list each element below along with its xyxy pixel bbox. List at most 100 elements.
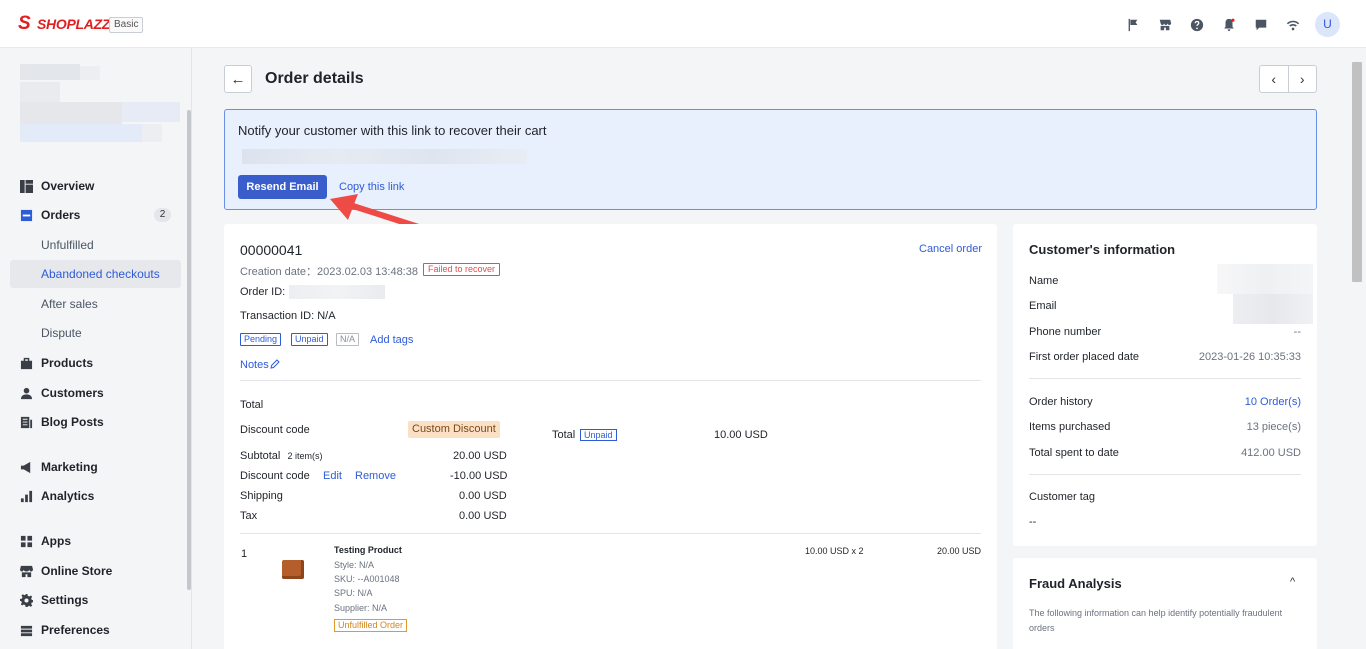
previous-order-button[interactable]: ‹ xyxy=(1260,66,1289,92)
sidebar-item-orders[interactable]: Orders xyxy=(20,205,80,225)
tag-unpaid: Unpaid xyxy=(291,333,328,346)
product-sku: SKU: --A001048 xyxy=(334,574,400,584)
divider xyxy=(240,533,981,534)
fraud-analysis-title: Fraud Analysis xyxy=(1029,576,1122,591)
store-name-blur xyxy=(80,66,100,80)
add-tags-link[interactable]: Add tags xyxy=(370,334,413,346)
plan-badge: Basic xyxy=(109,17,144,33)
fulfillment-status-badge: Unfulfilled Order xyxy=(334,619,408,632)
sidebar-item-label: Online Store xyxy=(41,564,113,578)
sidebar-item-dispute[interactable]: Dispute xyxy=(41,323,82,343)
email-label: Email xyxy=(1029,300,1057,312)
subtotal-value: 20.00 USD xyxy=(453,450,507,462)
sidebar-item-label: Preferences xyxy=(41,623,110,637)
tag-na: N/A xyxy=(336,333,360,346)
notes-link[interactable]: Notes xyxy=(240,359,280,371)
product-spu: SPU: N/A xyxy=(334,588,373,598)
product-line-total: 20.00 USD xyxy=(937,546,982,556)
sidebar-item-overview[interactable]: Overview xyxy=(20,176,94,196)
status-badge: Failed to recover xyxy=(423,263,501,276)
fraud-analysis-card: Fraud Analysis ^ The following informati… xyxy=(1013,558,1317,649)
products-icon xyxy=(20,357,33,370)
sidebar-item-products[interactable]: Products xyxy=(20,353,93,373)
subtotal-label: Subtotal 2 item(s) xyxy=(240,450,322,462)
sidebar-item-label: Customers xyxy=(41,386,104,400)
sidebar-item-label: Marketing xyxy=(41,460,98,474)
shipping-value: 0.00 USD xyxy=(459,490,507,502)
main-scrollbar[interactable] xyxy=(1352,62,1362,282)
remove-discount-link[interactable]: Remove xyxy=(355,470,396,482)
settings-icon xyxy=(20,593,33,607)
sidebar-item-label: Apps xyxy=(41,534,71,548)
sidebar-item-label: Blog Posts xyxy=(41,415,104,429)
sidebar-item-label: Analytics xyxy=(41,489,95,503)
sidebar-item-label: Settings xyxy=(41,593,89,607)
name-label: Name xyxy=(1029,275,1059,287)
orders-icon xyxy=(20,209,33,222)
sidebar-item-online-store[interactable]: Online Store xyxy=(20,561,112,581)
custom-discount-chip: Custom Discount xyxy=(408,421,500,438)
shoplazza-logo[interactable]: S SHOPLAZZA xyxy=(18,14,120,34)
items-purchased-label: Items purchased xyxy=(1029,421,1111,433)
order-id-label: Order ID: xyxy=(240,286,286,298)
edit-discount-link[interactable]: Edit xyxy=(323,470,342,482)
resend-email-button[interactable]: Resend Email xyxy=(238,175,327,199)
sidebar-item-analytics[interactable]: Analytics xyxy=(20,486,94,506)
sidebar-item-apps[interactable]: Apps xyxy=(20,531,71,551)
overview-icon xyxy=(20,179,33,193)
bell-icon[interactable] xyxy=(1213,13,1245,37)
next-order-button[interactable]: › xyxy=(1289,66,1317,92)
shipping-label: Shipping xyxy=(240,490,283,502)
total-spent-label: Total spent to date xyxy=(1029,447,1119,459)
subtotal-text: Subtotal xyxy=(240,450,281,462)
product-style: Style: N/A xyxy=(334,560,375,570)
customer-tag-value: -- xyxy=(1029,516,1037,528)
total-heading: Total xyxy=(240,399,264,411)
apps-icon xyxy=(20,535,33,548)
creation-date-label: Creation date： xyxy=(240,266,318,278)
customer-info-card: Customer's information Name Email Phone … xyxy=(1013,224,1317,546)
phone-label: Phone number xyxy=(1029,326,1102,338)
order-id-value-blurred xyxy=(289,285,385,299)
sidebar-item-after-sales[interactable]: After sales xyxy=(41,294,98,314)
order-number: 00000041 xyxy=(240,242,303,258)
discount-code-label: Discount code xyxy=(240,424,310,436)
sidebar-item-unfulfilled[interactable]: Unfulfilled xyxy=(41,235,94,255)
store-name-blur xyxy=(20,124,142,142)
customers-icon xyxy=(20,387,33,400)
chat-icon[interactable] xyxy=(1245,13,1277,37)
orders-count-badge: 2 xyxy=(154,208,171,222)
total-label: Total xyxy=(552,429,576,441)
sidebar-item-preferences[interactable]: Preferences xyxy=(20,620,110,640)
sidebar-item-blog-posts[interactable]: Blog Posts xyxy=(20,412,104,432)
product-thumbnail[interactable] xyxy=(282,560,304,579)
collapse-icon[interactable]: ^ xyxy=(1290,576,1295,588)
creation-date: Creation date：2023.02.03 13:48:38 xyxy=(240,263,418,279)
divider xyxy=(1029,474,1301,475)
order-history-link[interactable]: 10 Order(s) xyxy=(1245,396,1301,408)
customer-name-blurred xyxy=(1217,264,1313,294)
product-title[interactable]: Testing Product xyxy=(334,545,402,555)
store-name-blur xyxy=(20,82,60,102)
sidebar-item-marketing[interactable]: Marketing xyxy=(20,457,98,477)
cancel-order-link[interactable]: Cancel order xyxy=(919,243,982,255)
help-icon[interactable] xyxy=(1181,13,1213,37)
wifi-icon[interactable] xyxy=(1277,13,1309,37)
store-icon[interactable] xyxy=(1149,13,1181,37)
sidebar-item-settings[interactable]: Settings xyxy=(20,590,88,610)
total-value: 10.00 USD xyxy=(714,429,768,441)
sidebar-item-customers[interactable]: Customers xyxy=(20,383,104,403)
avatar[interactable]: U xyxy=(1315,12,1340,37)
back-button[interactable]: ← xyxy=(224,65,252,93)
sidebar-item-abandoned-checkouts[interactable]: Abandoned checkouts xyxy=(10,260,181,288)
blog-icon xyxy=(20,416,33,429)
analytics-icon xyxy=(20,490,33,503)
sidebar-scrollbar[interactable] xyxy=(187,110,191,590)
creation-date-value: 2023.02.03 13:48:38 xyxy=(317,266,418,278)
store-name-blur xyxy=(20,102,122,124)
flag-icon[interactable] xyxy=(1117,13,1149,37)
order-card: 00000041 Cancel order Creation date：2023… xyxy=(224,224,997,649)
tag-pending: Pending xyxy=(240,333,282,346)
divider xyxy=(1029,378,1301,379)
customer-tag-label: Customer tag xyxy=(1029,491,1096,503)
